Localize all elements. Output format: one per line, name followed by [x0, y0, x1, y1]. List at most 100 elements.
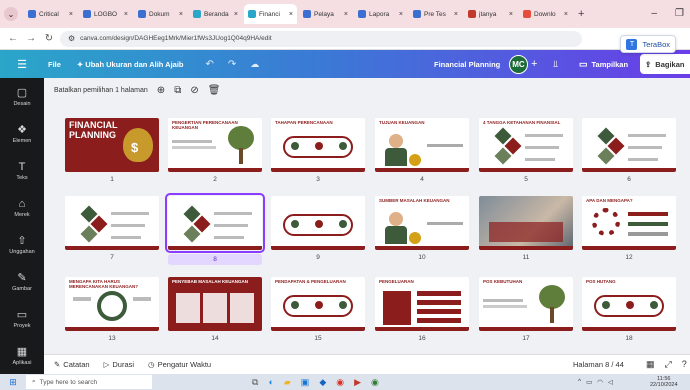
sidebar-item-elemen[interactable]: ❖ Elemen	[0, 115, 44, 152]
edge-icon[interactable]: ◐	[268, 377, 273, 388]
slide-thumbnail[interactable]: POS HUTANG	[582, 277, 676, 331]
hamburger-menu-icon[interactable]: ☰	[0, 58, 44, 71]
slide-thumbnail[interactable]: TAHAPAN PERENCANAAN	[271, 118, 365, 172]
view-controls: ▦ ⤢ ?	[646, 359, 687, 370]
close-tab-icon[interactable]: ×	[124, 11, 128, 18]
close-tab-icon[interactable]: ×	[344, 11, 348, 18]
file-menu-button[interactable]: File	[48, 60, 61, 69]
windows-start-icon[interactable]: ⊞	[0, 377, 26, 388]
fullscreen-icon[interactable]: ⤢	[665, 359, 672, 370]
browser-tab[interactable]: Dokum ×	[134, 4, 187, 24]
file-explorer-icon[interactable]: ▰	[284, 377, 291, 388]
add-page-icon[interactable]: ⊕	[157, 85, 165, 96]
slide-thumbnail[interactable]	[165, 193, 265, 253]
slide-thumbnail[interactable]: APA DAN MENGAPA?	[582, 196, 676, 250]
media-icon[interactable]: ▶	[354, 377, 361, 388]
close-tab-icon[interactable]: ×	[179, 11, 183, 18]
document-title[interactable]: Financial Planning	[434, 60, 500, 69]
tray-chevron-icon[interactable]: ^	[578, 378, 581, 386]
help-icon[interactable]: ?	[682, 359, 687, 370]
share-button[interactable]: ⇪ Bagikan	[640, 54, 690, 74]
slide-thumbnail[interactable]: PENGERTIAN PERENCANAAN KEUANGAN	[168, 118, 262, 172]
close-tab-icon[interactable]: ×	[399, 11, 403, 18]
close-tab-icon[interactable]: ×	[509, 11, 513, 18]
slide-thumbnail[interactable]: MENGAPA KITA HARUS MERENCANAKAN KEUANGAN…	[65, 277, 159, 331]
browser-tab[interactable]: Financi ×	[244, 4, 297, 24]
slide-thumbnail[interactable]	[65, 196, 159, 250]
slide-thumbnail[interactable]: SUMBER MASALAH KEUANGAN	[375, 196, 469, 250]
slide-thumbnail[interactable]: TUJUAN KEUANGAN	[375, 118, 469, 172]
site-info-icon[interactable]: ⚙	[68, 34, 75, 43]
dropbox-icon[interactable]: ◆	[319, 377, 326, 388]
slide-thumbnail[interactable]	[271, 196, 365, 250]
reload-icon[interactable]: ↻	[42, 33, 56, 44]
insights-icon[interactable]: ⫫	[553, 59, 558, 70]
undo-icon[interactable]: ↶	[206, 59, 214, 70]
avatar[interactable]: MC	[509, 55, 528, 74]
browser-tab[interactable]: Critical ×	[24, 4, 77, 24]
apps-icon: ▦	[16, 346, 28, 358]
slide-thumbnail[interactable]: PENYEBAB MASALAH KEUANGAN	[168, 277, 262, 331]
new-tab-icon[interactable]: +	[578, 8, 584, 20]
slide-number: 18	[625, 335, 633, 342]
browser-tab[interactable]: LOGBO ×	[79, 4, 132, 24]
slide-thumbnail[interactable]: POS KEBUTUHAN	[479, 277, 573, 331]
browser-tab[interactable]: Beranda ×	[189, 4, 242, 24]
notes-button[interactable]: ✎ Catatan	[54, 360, 90, 369]
present-button[interactable]: ▭ Tampilkan	[579, 59, 628, 70]
duplicate-icon[interactable]: ⧉	[174, 85, 181, 96]
deselect-label[interactable]: Batalkan pemilihan 1 halaman	[54, 87, 148, 94]
sidebar-item-unggahan[interactable]: ⇧ Unggahan	[0, 226, 44, 263]
slide-thumbnail[interactable]: PENGELUARAN	[375, 277, 469, 331]
close-tab-icon[interactable]: ×	[289, 11, 293, 18]
slide-thumbnail[interactable]	[582, 118, 676, 172]
redo-icon[interactable]: ↷	[228, 59, 236, 70]
sidebar-item-proyek[interactable]: ▭ Proyek	[0, 300, 44, 337]
close-tab-icon[interactable]: ×	[69, 11, 73, 18]
minimize-icon[interactable]: –	[651, 8, 657, 19]
trash-icon[interactable]: 🗑	[208, 85, 221, 96]
grid-view-icon[interactable]: ▦	[646, 359, 655, 370]
browser-tab[interactable]: Pre Tes ×	[409, 4, 462, 24]
chrome-icon[interactable]: ◉	[336, 377, 344, 388]
tab-title: Downlo	[534, 10, 556, 18]
browser-tab[interactable]: jtanya ×	[464, 4, 517, 24]
browser-tab[interactable]: Lapora ×	[354, 4, 407, 24]
forward-icon[interactable]: →	[24, 33, 38, 44]
sidebar-item-aplikasi[interactable]: ▦ Aplikasi	[0, 337, 44, 374]
network-icon[interactable]: ◠	[597, 378, 603, 386]
terabox-extension-button[interactable]: T TeraBox	[620, 35, 676, 53]
add-collaborator-icon[interactable]: +	[531, 58, 537, 70]
taskbar-search-field[interactable]: ⌕ Type here to search	[26, 375, 152, 389]
url-field[interactable]: ⚙ canva.com/design/DAGHEeg1Mrk/Mier1fWs3…	[60, 30, 582, 47]
hide-icon[interactable]: ⊘	[190, 85, 198, 96]
store-icon[interactable]: ▣	[301, 377, 310, 388]
window-controls: – ❐	[651, 8, 684, 19]
close-tab-icon[interactable]: ×	[234, 11, 238, 18]
tab-search-icon[interactable]: ⌄	[4, 7, 18, 21]
slide-thumbnail[interactable]: 4 TANGGA KETAHANAN FINANSIAL	[479, 118, 573, 172]
close-tab-icon[interactable]: ×	[454, 11, 458, 18]
back-icon[interactable]: ←	[6, 33, 20, 44]
slide-thumbnail[interactable]: $ FINANCIAL PLANNING	[65, 118, 159, 172]
chrome-alt-icon[interactable]: ◉	[371, 377, 379, 388]
close-tab-icon[interactable]: ×	[564, 11, 568, 18]
slide-accent-bar	[479, 327, 573, 331]
clock[interactable]: 11:56 22/10/2024	[650, 376, 678, 388]
sidebar-item-merek[interactable]: ⌂ Merek	[0, 189, 44, 226]
resize-button[interactable]: ✦ Ubah Ukuran dan Alih Ajaib	[77, 60, 184, 69]
slide-thumbnail[interactable]: PENDAPATAN & PENGELUARAN	[271, 277, 365, 331]
maximize-icon[interactable]: ❐	[675, 8, 684, 19]
volume-icon[interactable]: ◁	[608, 378, 613, 386]
duration-label: Durasi	[112, 360, 135, 369]
sidebar-item-teks[interactable]: T Teks	[0, 152, 44, 189]
slide-thumbnail[interactable]	[479, 196, 573, 250]
sidebar-item-label: Proyek	[13, 323, 31, 329]
task-view-icon[interactable]: ⧉	[252, 377, 258, 388]
timer-button[interactable]: ◷ Pengatur Waktu	[148, 360, 211, 369]
browser-tab[interactable]: Pelaya ×	[299, 4, 352, 24]
browser-tab[interactable]: Downlo ×	[519, 4, 572, 24]
duration-button[interactable]: ▷ Durasi	[104, 360, 134, 369]
sidebar-item-desain[interactable]: ▢ Desain	[0, 78, 44, 115]
sidebar-item-gambar[interactable]: ✎ Gambar	[0, 263, 44, 300]
